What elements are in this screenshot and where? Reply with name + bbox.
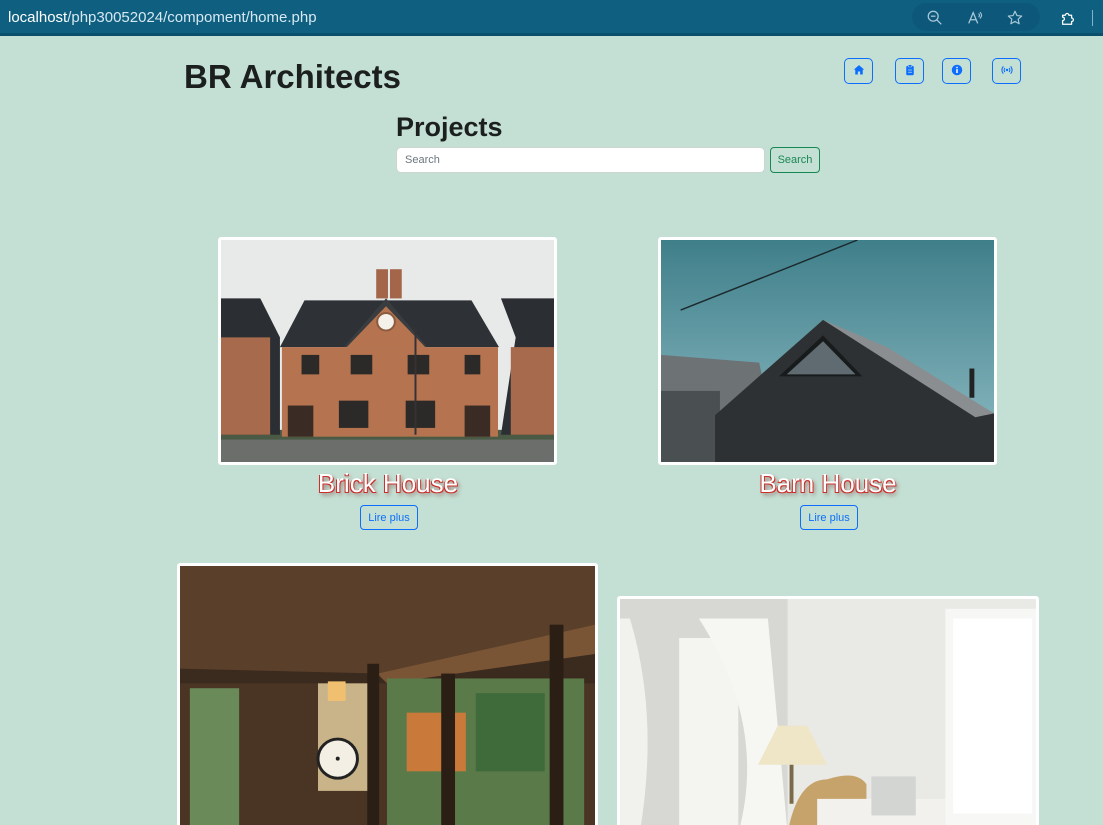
contact-button[interactable] xyxy=(992,58,1021,84)
search-button[interactable]: Search xyxy=(770,147,820,173)
home-button[interactable] xyxy=(844,58,873,84)
project-title: Barn House xyxy=(759,468,897,498)
projects-heading: Projects xyxy=(396,112,503,142)
home-icon xyxy=(853,64,865,79)
about-button[interactable] xyxy=(942,58,971,84)
browser-toolbar: localhost/php30052024/compoment/home.php xyxy=(0,0,1103,36)
search-input[interactable] xyxy=(396,147,765,173)
toolbar-separator xyxy=(1092,10,1093,26)
porch-interior-image[interactable] xyxy=(177,563,598,825)
clipboard-icon xyxy=(904,63,916,79)
projects-button[interactable] xyxy=(895,58,924,84)
info-icon xyxy=(951,64,963,79)
extensions-puzzle-icon[interactable] xyxy=(1057,7,1079,29)
bedroom-image[interactable] xyxy=(617,596,1039,825)
favorite-star-icon[interactable] xyxy=(1004,7,1026,29)
zoom-out-icon[interactable] xyxy=(924,7,946,29)
url-host: localhost xyxy=(8,9,68,26)
read-aloud-icon[interactable] xyxy=(964,7,986,29)
url-path: /php30052024/compoment/home.php xyxy=(67,9,317,26)
broadcast-icon xyxy=(1000,64,1013,79)
brick-house-image[interactable] xyxy=(218,237,557,465)
address-bar[interactable]: localhost/php30052024/compoment/home.php xyxy=(8,9,317,26)
site-title: BR Architects xyxy=(184,58,401,95)
read-more-button[interactable]: Lire plus xyxy=(800,505,858,530)
barn-house-image[interactable] xyxy=(658,237,997,465)
read-more-button[interactable]: Lire plus xyxy=(360,505,418,530)
project-title: Brick House xyxy=(317,468,459,498)
